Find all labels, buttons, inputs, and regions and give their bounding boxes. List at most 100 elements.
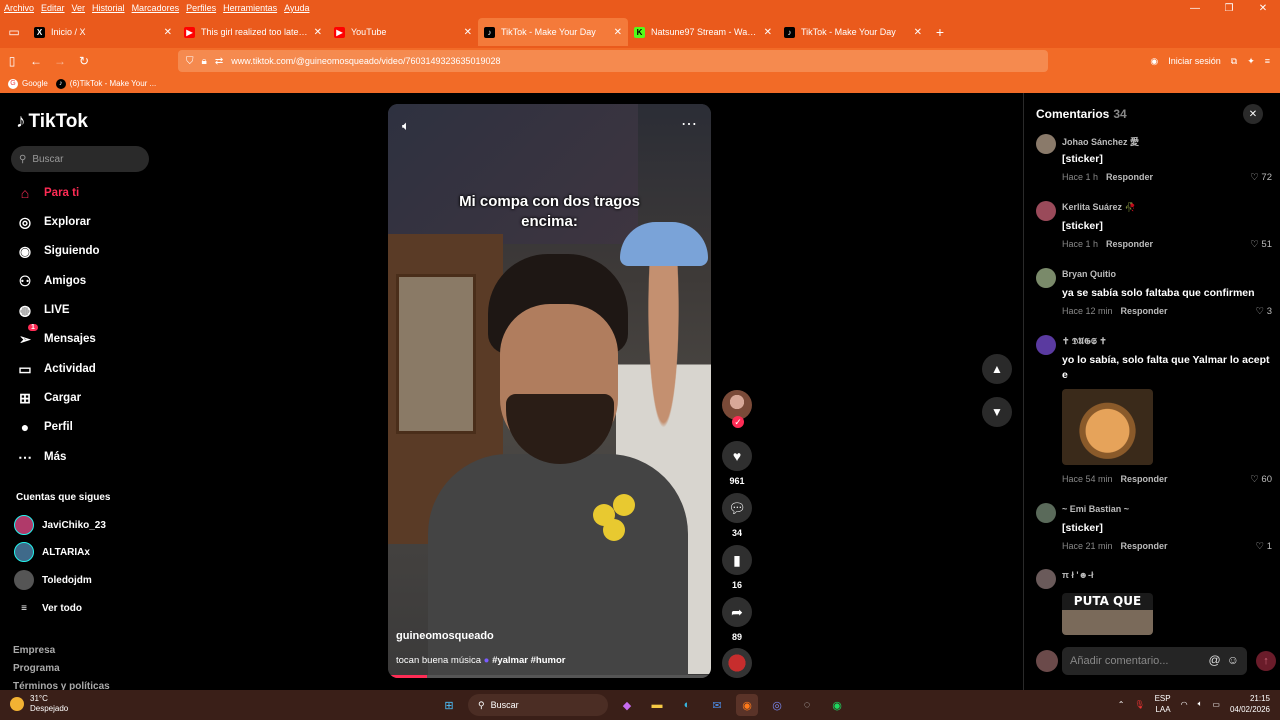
comment-like[interactable]: ♡ 3 — [1256, 306, 1272, 317]
discord-icon[interactable]: ◎ — [766, 694, 788, 716]
comment-input[interactable]: Añadir comentario... @ ☺ — [1062, 647, 1247, 675]
restore-icon[interactable]: ❐ — [1212, 0, 1246, 16]
video-username[interactable]: guineomosqueado — [396, 630, 494, 642]
send-comment-button[interactable]: ↑ — [1256, 651, 1276, 671]
chrome-icon[interactable]: ◌ — [796, 694, 818, 716]
menu-marcadores[interactable]: Marcadores — [132, 3, 180, 13]
minimize-icon[interactable]: — — [1178, 0, 1212, 16]
nav-para-ti[interactable]: ⌂ Para ti — [16, 182, 79, 204]
nav-mensajes[interactable]: ➢ Mensajes 1 — [16, 324, 96, 350]
tab-list-icon[interactable]: ▭ — [0, 16, 28, 48]
taskbar-search[interactable]: ⚲ Buscar — [468, 694, 608, 716]
lock-icon[interactable]: 🔒︎ — [202, 56, 207, 67]
tab-youtube[interactable]: ▶ YouTube ✕ — [328, 18, 478, 46]
reply-button[interactable]: Responder — [1121, 541, 1168, 551]
emoji-icon[interactable]: ☺ — [1227, 653, 1239, 667]
nav-live[interactable]: ◍ LIVE — [16, 299, 70, 321]
reply-button[interactable]: Responder — [1106, 239, 1153, 249]
nav-mas[interactable]: ⋯ Más — [16, 446, 66, 468]
battery-icon[interactable]: ▭ — [1212, 700, 1220, 709]
spotify-icon[interactable]: ◉ — [826, 694, 848, 716]
comment-like[interactable]: ♡ 60 — [1250, 474, 1272, 485]
avatar[interactable] — [1036, 569, 1056, 589]
bookmark-google[interactable]: G Google — [8, 78, 48, 89]
menu-perfiles[interactable]: Perfiles — [186, 3, 216, 13]
mention-icon[interactable]: @ — [1209, 653, 1221, 667]
tab-tiktok[interactable]: ♪ TikTok - Make Your Day ✕ — [778, 18, 928, 46]
footer-terminos[interactable]: Términos y políticas — [13, 681, 110, 690]
tab-close-icon[interactable]: ✕ — [764, 27, 772, 38]
extensions-icon[interactable]: ⧉ — [1231, 56, 1237, 67]
save-button[interactable]: ▮ — [722, 545, 752, 575]
comment-like[interactable]: ♡ 72 — [1250, 172, 1272, 183]
user-icon[interactable]: ◉ — [1150, 56, 1158, 67]
share-button[interactable]: ➦ — [722, 597, 752, 627]
microphone-icon[interactable]: 🎙︎ — [1134, 700, 1144, 709]
like-button[interactable]: ♥ — [722, 441, 752, 471]
tab-youtube-video[interactable]: ▶ This girl realized too late that th ✕ — [178, 18, 328, 46]
signin-button[interactable]: Iniciar sesión — [1168, 56, 1221, 66]
volume-icon[interactable]: 🔈︎ — [1198, 699, 1203, 709]
tab-close-icon[interactable]: ✕ — [914, 27, 922, 38]
avatar[interactable] — [1036, 201, 1056, 221]
video-hashtags[interactable]: #yalmar #humor — [492, 655, 565, 666]
next-video-button[interactable]: ▼ — [982, 397, 1012, 427]
comment-like[interactable]: ♡ 1 — [1256, 541, 1272, 552]
close-window-icon[interactable]: ✕ — [1246, 0, 1280, 16]
tab-close-icon[interactable]: ✕ — [314, 27, 322, 38]
avatar[interactable] — [1036, 335, 1056, 355]
volume-icon[interactable]: 🔈︎ — [402, 118, 410, 134]
addon-icon[interactable]: ✦ — [1247, 56, 1255, 67]
menu-ver[interactable]: Ver — [72, 3, 86, 13]
nav-actividad[interactable]: ▭ Actividad — [16, 358, 95, 380]
footer-empresa[interactable]: Empresa — [13, 645, 55, 656]
url-text[interactable]: www.tiktok.com/@guineomosqueado/video/76… — [231, 56, 500, 66]
avatar[interactable] — [1036, 503, 1056, 523]
close-comments-button[interactable]: ✕ — [1243, 104, 1263, 124]
shield-icon[interactable]: ⛉ — [186, 56, 194, 67]
tab-kick[interactable]: K Natsune97 Stream - Watch Live ✕ — [628, 18, 778, 46]
reload-icon[interactable]: ↻ — [72, 54, 96, 68]
wifi-icon[interactable]: ◠ — [1181, 700, 1188, 709]
tab-tiktok-active[interactable]: ♪ TikTok - Make Your Day ✕ — [478, 18, 628, 46]
nav-explorar[interactable]: ◎ Explorar — [16, 211, 91, 233]
firefox-icon[interactable]: ◉ — [736, 694, 758, 716]
tiktok-logo[interactable]: ♪ TikTok — [16, 111, 88, 133]
tab-close-icon[interactable]: ✕ — [164, 27, 172, 38]
sidebar-toggle-icon[interactable]: ▯ — [0, 54, 24, 68]
tab-x[interactable]: X Inicio / X ✕ — [28, 18, 178, 46]
bookmark-tiktok[interactable]: ♪ (6)TikTok - Make Your ... — [55, 78, 156, 89]
reply-button[interactable]: Responder — [1121, 306, 1168, 316]
clock[interactable]: 21:15 04/02/2026 — [1230, 693, 1270, 715]
permissions-icon[interactable]: ⇄ — [215, 56, 223, 67]
menu-editar[interactable]: Editar — [41, 3, 65, 13]
search-input[interactable]: ⚲ Buscar — [11, 146, 149, 172]
following-account[interactable]: Toledojdm — [14, 569, 92, 591]
tab-close-icon[interactable]: ✕ — [614, 27, 622, 38]
weather-widget[interactable]: 31°C Despejado — [10, 694, 68, 714]
menu-historial[interactable]: Historial — [92, 3, 125, 13]
chevron-up-icon[interactable]: ⌃ — [1118, 700, 1125, 709]
reply-button[interactable]: Responder — [1106, 172, 1153, 182]
reply-button[interactable]: Responder — [1121, 474, 1168, 484]
see-all-following[interactable]: ≡ Ver todo — [14, 597, 82, 619]
comment-button[interactable]: 💬︎ — [722, 493, 752, 523]
file-explorer-icon[interactable]: ▬ — [646, 694, 668, 716]
nav-perfil[interactable]: ● Perfil — [16, 416, 73, 438]
menu-ayuda[interactable]: Ayuda — [284, 3, 309, 13]
menu-herramientas[interactable]: Herramientas — [223, 3, 277, 13]
more-options-icon[interactable]: ⋯ — [681, 114, 697, 134]
copilot-icon[interactable]: ◆ — [616, 694, 638, 716]
menu-archivo[interactable]: Archivo — [4, 3, 34, 13]
avatar[interactable] — [1036, 268, 1056, 288]
tab-close-icon[interactable]: ✕ — [464, 27, 472, 38]
video-progress-bar[interactable] — [388, 675, 711, 678]
forward-icon[interactable]: → — [48, 54, 72, 68]
url-bar[interactable]: ⛉ 🔒︎ ⇄ www.tiktok.com/@guineomosqueado/v… — [178, 50, 1048, 72]
avatar[interactable] — [1036, 134, 1056, 154]
following-account[interactable]: ALTARIAx — [14, 541, 90, 563]
previous-video-button[interactable]: ▲ — [982, 354, 1012, 384]
language-indicator[interactable]: ESP LAA — [1155, 693, 1171, 715]
nav-cargar[interactable]: ⊞ Cargar — [16, 387, 81, 409]
edge-icon[interactable]: ◐ — [676, 694, 698, 716]
